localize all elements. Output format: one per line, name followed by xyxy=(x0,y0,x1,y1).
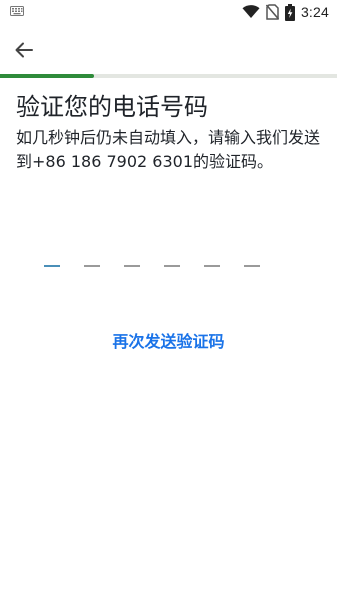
status-icons: 3:24 xyxy=(242,3,329,21)
otp-digit-slot[interactable] xyxy=(124,258,140,272)
back-button[interactable] xyxy=(8,34,40,66)
app-bar xyxy=(0,24,337,74)
otp-digit-slot[interactable] xyxy=(204,258,220,272)
battery-charging-icon xyxy=(284,3,295,21)
otp-input[interactable] xyxy=(44,258,260,272)
status-bar: 3:24 xyxy=(0,0,337,24)
progress-fill xyxy=(0,74,95,78)
wifi-icon xyxy=(242,5,260,18)
otp-digit-slot[interactable] xyxy=(84,258,100,272)
otp-digit-slot[interactable] xyxy=(44,258,60,272)
arrow-left-icon xyxy=(15,42,33,58)
page-title: 验证您的电话号码 xyxy=(16,93,208,121)
otp-digit-slot[interactable] xyxy=(164,258,180,272)
progress-bar xyxy=(0,74,337,78)
keyboard-icon xyxy=(10,6,24,16)
resend-code-button[interactable]: 再次发送验证码 xyxy=(0,330,337,354)
no-sim-icon xyxy=(265,4,279,20)
page-subtitle: 如几秒钟后仍未自动填入，请输入我们发送到+86 186 7902 6301的验证… xyxy=(16,128,321,171)
otp-digit-slot[interactable] xyxy=(244,258,260,272)
status-time: 3:24 xyxy=(300,4,329,20)
